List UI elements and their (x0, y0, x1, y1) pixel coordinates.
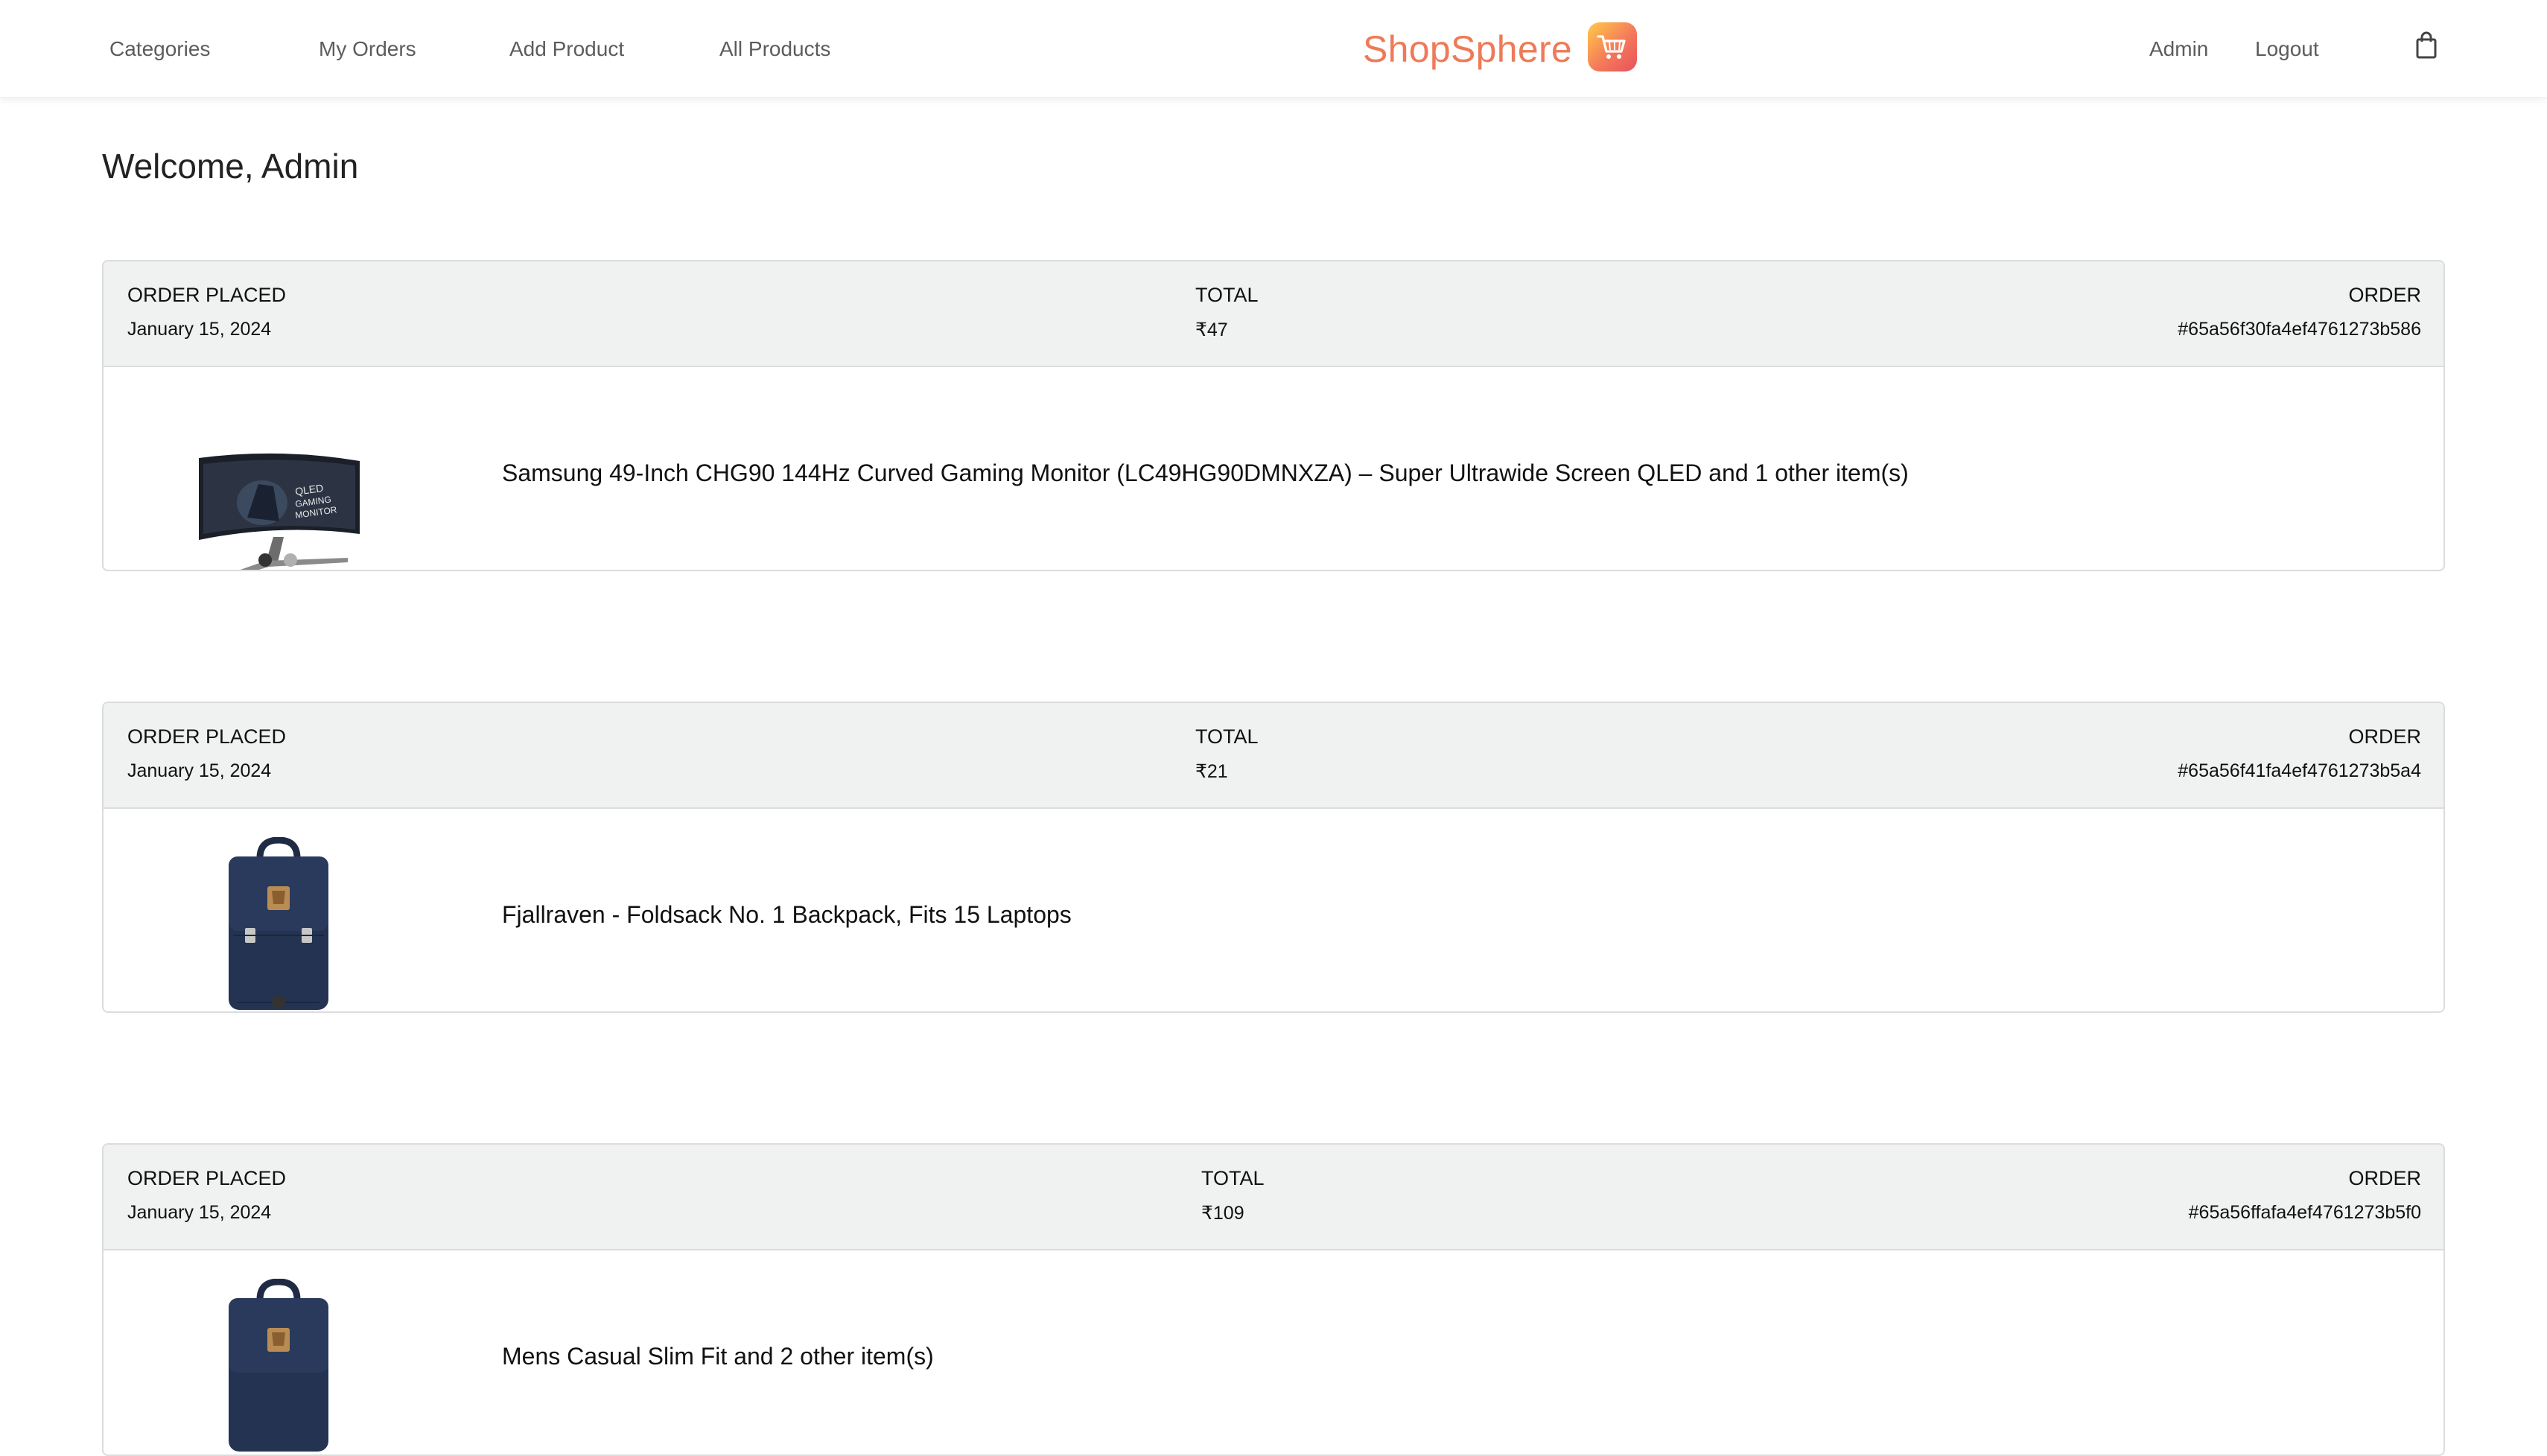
order-label: ORDER (2348, 284, 2421, 306)
order-header: ORDER PLACED January 15, 2024 TOTAL ₹109… (104, 1145, 2443, 1250)
carousel-dot[interactable] (272, 995, 285, 1008)
order-placed-label: ORDER PLACED (127, 725, 287, 748)
order-id: #65a56ffafa4ef4761273b5f0 (2188, 1202, 2421, 1223)
nav-my-orders[interactable]: My Orders (319, 0, 416, 98)
order-label: ORDER (2348, 1167, 2421, 1189)
order-id: #65a56f41fa4ef4761273b5a4 (2178, 760, 2421, 781)
order-placed-label: ORDER PLACED (127, 1167, 287, 1189)
order-card: ORDER PLACED January 15, 2024 TOTAL ₹21 … (102, 702, 2445, 1013)
order-total: ₹47 (1195, 320, 1228, 340)
order-date: January 15, 2024 (127, 319, 272, 340)
nav-add-product[interactable]: Add Product (509, 0, 624, 98)
product-title[interactable]: Mens Casual Slim Fit and 2 other item(s) (502, 1343, 934, 1370)
order-body (104, 1250, 2443, 1455)
order-label: ORDER (2348, 725, 2421, 748)
carousel-dot[interactable] (258, 553, 272, 567)
brand-name[interactable]: ShopSphere (1363, 0, 1572, 98)
order-date: January 15, 2024 (127, 1202, 272, 1223)
order-body (104, 809, 2443, 1011)
order-placed-label: ORDER PLACED (127, 284, 287, 306)
nav-admin[interactable]: Admin (2149, 0, 2208, 98)
order-total: ₹21 (1195, 761, 1228, 782)
order-body: QLED GAMING MONITOR Samsung 49-Inch CHG9… (104, 367, 2443, 570)
carousel-dots (272, 995, 285, 1008)
backpack-product-image[interactable] (215, 836, 342, 1011)
order-total: ₹109 (1201, 1203, 1244, 1224)
page-title: Welcome, Admin (102, 147, 359, 185)
total-label: TOTAL (1201, 1167, 1265, 1189)
carousel-dot[interactable] (284, 553, 297, 567)
carousel-dots (258, 553, 297, 567)
order-id: #65a56f30fa4ef4761273b586 (2178, 319, 2421, 340)
shopping-bag-icon[interactable] (2414, 31, 2438, 60)
order-header: ORDER PLACED January 15, 2024 TOTAL ₹21 … (104, 703, 2443, 809)
top-navbar: Categories My Orders Add Product All Pro… (0, 0, 2547, 98)
total-label: TOTAL (1195, 284, 1259, 306)
order-card: ORDER PLACED January 15, 2024 TOTAL ₹109… (102, 1143, 2445, 1456)
order-header: ORDER PLACED January 15, 2024 TOTAL ₹47 … (104, 261, 2443, 367)
nav-all-products[interactable]: All Products (719, 0, 830, 98)
product-title[interactable]: Fjallraven - Foldsack No. 1 Backpack, Fi… (502, 901, 1072, 929)
order-date: January 15, 2024 (127, 760, 272, 781)
backpack-product-image[interactable] (215, 1278, 342, 1455)
total-label: TOTAL (1195, 725, 1259, 748)
nav-categories[interactable]: Categories (109, 0, 210, 98)
cart-logo-icon[interactable] (1588, 22, 1637, 71)
order-card: ORDER PLACED January 15, 2024 TOTAL ₹47 … (102, 260, 2445, 571)
product-title[interactable]: Samsung 49-Inch CHG90 144Hz Curved Gamin… (502, 460, 1909, 487)
nav-logout[interactable]: Logout (2255, 0, 2319, 98)
